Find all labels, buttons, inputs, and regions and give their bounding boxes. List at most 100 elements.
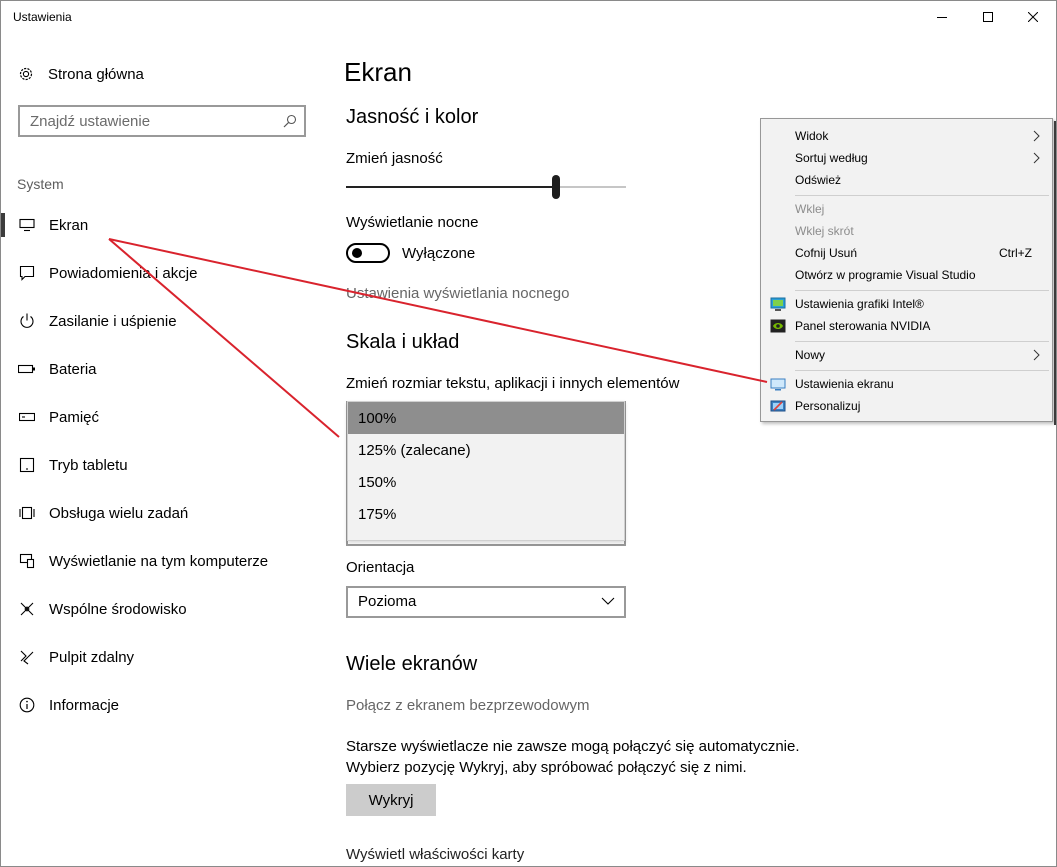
sidebar-item-power[interactable]: Zasilanie i uśpienie	[1, 304, 321, 338]
power-icon	[18, 312, 36, 330]
chevron-down-icon	[601, 597, 615, 605]
sidebar-item-label: Wyświetlanie na tym komputerze	[49, 552, 269, 570]
scale-option-100[interactable]: 100%	[348, 402, 624, 434]
brightness-slider[interactable]	[346, 175, 626, 199]
menu-item-sort-by[interactable]: Sortuj według	[761, 147, 1052, 169]
menu-item-label: Nowy	[795, 348, 826, 362]
search-input[interactable]	[20, 107, 270, 135]
menu-item-paste-shortcut[interactable]: Wklej skrót	[761, 220, 1052, 242]
remote-desktop-icon	[18, 648, 36, 666]
sidebar-item-label: Pulpit zdalny	[49, 648, 135, 666]
menu-item-nvidia-panel[interactable]: Panel sterowania NVIDIA	[761, 315, 1052, 337]
info-icon	[18, 696, 36, 714]
app-title: Ustawienia	[13, 10, 72, 24]
home-nav-item[interactable]: Strona główna	[17, 61, 144, 87]
menu-item-label: Panel sterowania NVIDIA	[795, 319, 931, 333]
night-light-toggle[interactable]	[346, 243, 390, 263]
projecting-icon	[18, 552, 36, 570]
night-light-state: Wyłączone	[402, 245, 476, 262]
sidebar-item-storage[interactable]: Pamięć	[1, 400, 321, 434]
sidebar-item-label: Powiadomienia i akcje	[49, 264, 198, 282]
shared-icon	[18, 600, 36, 618]
toggle-knob	[352, 248, 362, 258]
menu-item-label: Personalizuj	[795, 399, 861, 413]
menu-item-display-settings[interactable]: Ustawienia ekranu	[761, 373, 1052, 395]
night-light-settings-link[interactable]: Ustawienia wyświetlania nocnego	[346, 285, 569, 302]
menu-item-open-visual-studio[interactable]: Otwórz w programie Visual Studio	[761, 264, 1052, 286]
sidebar-item-label: Bateria	[49, 360, 97, 378]
menu-item-label: Widok	[795, 129, 829, 143]
sidebar-item-label: Tryb tabletu	[49, 456, 128, 474]
brightness-slider-thumb[interactable]	[552, 175, 560, 199]
scale-option-125[interactable]: 125% (zalecane)	[348, 434, 624, 466]
multitasking-icon	[18, 504, 36, 522]
settings-window: Ustawienia Strona główna System Ekran	[0, 0, 1057, 867]
tablet-icon	[18, 456, 36, 474]
search-box[interactable]	[18, 105, 306, 137]
sidebar-item-notifications[interactable]: Powiadomienia i akcje	[1, 256, 321, 290]
menu-item-undo-delete[interactable]: Cofnij Usuń Ctrl+Z	[761, 242, 1052, 264]
menu-separator	[795, 370, 1049, 371]
display-settings-icon	[770, 378, 786, 391]
wireless-display-link[interactable]: Połącz z ekranem bezprzewodowym	[346, 697, 589, 714]
scale-option-150[interactable]: 150%	[348, 466, 624, 498]
intel-graphics-icon	[770, 297, 786, 311]
orientation-label: Orientacja	[346, 559, 415, 576]
sidebar-item-label: Wspólne środowisko	[49, 600, 187, 618]
night-light-label: Wyświetlanie nocne	[346, 214, 479, 231]
sidebar-item-ekran[interactable]: Ekran	[1, 208, 321, 242]
gear-icon	[19, 67, 33, 81]
chevron-right-icon	[1033, 130, 1040, 142]
maximize-icon	[983, 12, 993, 22]
menu-item-new[interactable]: Nowy	[761, 344, 1052, 366]
sidebar-item-projecting[interactable]: Wyświetlanie na tym komputerze	[1, 544, 321, 578]
sidebar-item-tablet[interactable]: Tryb tabletu	[1, 448, 321, 482]
close-icon	[1028, 12, 1038, 22]
scale-heading: Skala i układ	[346, 331, 460, 353]
sidebar-item-label: Obsługa wielu zadań	[49, 504, 189, 522]
menu-item-label: Ustawienia ekranu	[795, 377, 894, 391]
minimize-button[interactable]	[919, 1, 965, 33]
menu-separator	[795, 195, 1049, 196]
menu-item-label: Wklej skrót	[795, 224, 854, 238]
scale-option-175[interactable]: 175%	[348, 498, 624, 530]
minimize-icon	[937, 17, 947, 18]
menu-item-intel-graphics[interactable]: Ustawienia grafiki Intel®	[761, 293, 1052, 315]
menu-item-paste[interactable]: Wklej	[761, 198, 1052, 220]
sidebar-item-label: Informacje	[49, 696, 120, 714]
desktop-context-menu: Widok Sortuj według Odśwież Wklej Wklej …	[760, 118, 1056, 425]
menu-item-view[interactable]: Widok	[761, 125, 1052, 147]
sidebar-item-remote-desktop[interactable]: Pulpit zdalny	[1, 640, 321, 674]
monitor-icon	[18, 216, 36, 234]
detect-info-line-2: Wybierz pozycję Wykryj, aby spróbować po…	[346, 759, 747, 776]
sidebar-item-multitasking[interactable]: Obsługa wielu zadań	[1, 496, 321, 530]
menu-separator	[795, 290, 1049, 291]
maximize-button[interactable]	[965, 1, 1011, 33]
menu-item-label: Ustawienia grafiki Intel®	[795, 297, 924, 311]
scale-label: Zmień rozmiar tekstu, aplikacji i innych…	[346, 375, 680, 392]
adapter-properties-link[interactable]: Wyświetl właściwości karty	[346, 846, 524, 863]
menu-item-personalize[interactable]: Personalizuj	[761, 395, 1052, 417]
brightness-label: Zmień jasność	[346, 150, 443, 167]
nvidia-icon	[770, 319, 786, 333]
title-bar: Ustawienia	[1, 1, 1056, 33]
sidebar-item-battery[interactable]: Bateria	[1, 352, 321, 386]
sidebar-item-about[interactable]: Informacje	[1, 688, 321, 722]
sidebar-item-label: Ekran	[49, 216, 89, 234]
orientation-select[interactable]: Pozioma	[346, 586, 626, 618]
multi-display-heading: Wiele ekranów	[346, 653, 478, 675]
personalize-icon	[770, 400, 786, 412]
section-label-system: System	[17, 176, 64, 192]
menu-item-label: Otwórz w programie Visual Studio	[795, 268, 976, 282]
menu-item-label: Sortuj według	[795, 151, 868, 165]
close-button[interactable]	[1010, 1, 1056, 33]
orientation-value: Pozioma	[358, 593, 417, 610]
sidebar-item-shared[interactable]: Wspólne środowisko	[1, 592, 321, 626]
chevron-right-icon	[1033, 349, 1040, 361]
brightness-heading: Jasność i kolor	[346, 106, 479, 128]
battery-icon	[18, 360, 36, 378]
search-icon[interactable]	[283, 114, 297, 128]
detect-button[interactable]: Wykryj	[346, 784, 436, 816]
scale-dropdown-list: 100% 125% (zalecane) 150% 175%	[347, 401, 625, 541]
menu-item-refresh[interactable]: Odśwież	[761, 169, 1052, 191]
